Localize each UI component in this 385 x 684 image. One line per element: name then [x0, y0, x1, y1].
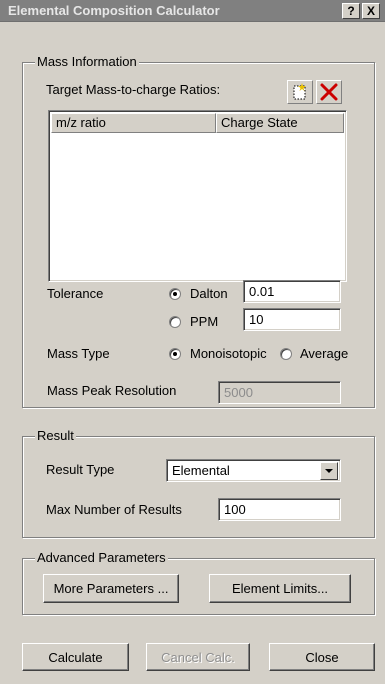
new-document-icon [293, 83, 306, 100]
element-limits-button[interactable]: Element Limits... [209, 574, 351, 603]
dalton-label: Dalton [190, 286, 228, 301]
title-bar[interactable]: Elemental Composition Calculator ? X [0, 0, 385, 22]
result-type-value: Elemental [172, 463, 230, 478]
radio-selected-dot [173, 292, 177, 296]
dalton-tolerance-input[interactable]: 0.01 [243, 280, 341, 303]
result-type-dropdown-button[interactable] [320, 462, 338, 480]
tolerance-label: Tolerance [47, 286, 104, 301]
column-header-charge[interactable]: Charge State [216, 113, 344, 133]
calculate-button[interactable]: Calculate [22, 643, 129, 671]
help-button[interactable]: ? [342, 3, 360, 19]
ppm-label: PPM [190, 314, 219, 329]
mass-ratio-table[interactable]: m/z ratio Charge State [48, 110, 347, 282]
chevron-down-icon [325, 469, 333, 473]
dalton-tolerance-value: 0.01 [249, 284, 275, 299]
more-parameters-button[interactable]: More Parameters ... [43, 574, 179, 603]
average-radio[interactable] [280, 348, 292, 360]
advanced-parameters-legend: Advanced Parameters [35, 550, 168, 565]
result-type-select[interactable]: Elemental [166, 459, 341, 482]
dalton-radio[interactable] [169, 288, 181, 300]
max-results-label: Max Number of Results [46, 502, 182, 517]
result-group [22, 436, 375, 538]
max-results-input[interactable]: 100 [218, 498, 341, 521]
monoisotopic-radio[interactable] [169, 348, 181, 360]
close-window-button[interactable]: X [362, 3, 380, 19]
ppm-tolerance-input[interactable]: 10 [243, 308, 341, 331]
peak-resolution-value: 5000 [224, 385, 253, 400]
monoisotopic-label: Monoisotopic [190, 346, 267, 361]
ppm-tolerance-value: 10 [249, 312, 264, 327]
max-results-value: 100 [224, 502, 246, 517]
result-type-label: Result Type [46, 462, 115, 477]
radio-selected-dot [173, 352, 177, 356]
peak-resolution-label: Mass Peak Resolution [47, 383, 177, 398]
mass-information-legend: Mass Information [35, 54, 139, 69]
new-row-button[interactable] [287, 80, 313, 104]
mass-type-label: Mass Type [47, 346, 110, 361]
column-header-mz[interactable]: m/z ratio [51, 113, 216, 133]
window-title: Elemental Composition Calculator [8, 3, 220, 18]
delete-x-icon [320, 83, 338, 101]
average-label: Average [300, 346, 349, 361]
ppm-radio[interactable] [169, 316, 181, 328]
result-legend: Result [35, 428, 76, 443]
peak-resolution-input: 5000 [218, 381, 341, 404]
target-ratios-label: Target Mass-to-charge Ratios: [46, 82, 221, 97]
cancel-calc-button: Cancel Calc. [146, 643, 250, 671]
close-button[interactable]: Close [269, 643, 375, 671]
delete-row-button[interactable] [316, 80, 342, 104]
